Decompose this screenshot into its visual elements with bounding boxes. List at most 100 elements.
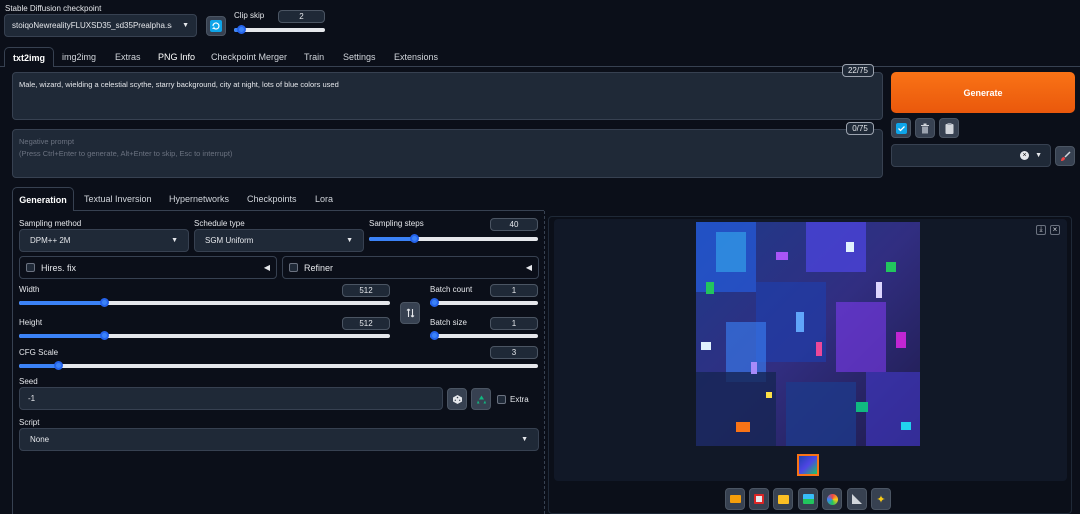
save-button[interactable] [749,488,769,510]
chevron-down-icon: ▼ [1035,152,1042,159]
seed-value: -1 [28,394,36,403]
tab-settings[interactable]: Settings [335,47,384,67]
width-label: Width [19,285,40,294]
batch-count-slider[interactable] [430,298,538,307]
hires-fix-checkbox[interactable] [26,263,35,272]
negative-prompt-textarea[interactable]: Negative prompt (Press Ctrl+Enter to gen… [12,129,883,178]
reuse-seed-button[interactable] [471,388,491,410]
cfg-scale-slider[interactable] [19,361,538,370]
generated-image[interactable] [696,222,920,446]
send-to-extras-button[interactable] [847,488,867,510]
collapse-triangle-icon: ◀ [263,263,270,272]
random-seed-button[interactable] [447,388,467,410]
send-to-inpaint-button[interactable] [822,488,842,510]
refresh-checkpoint-button[interactable] [206,16,226,36]
swap-dimensions-button[interactable] [400,302,420,324]
image-thumbnail[interactable] [797,454,819,476]
clear-icon[interactable]: × [1020,151,1030,160]
open-folder-button[interactable] [725,488,745,510]
chevron-down-icon: ▼ [171,237,178,244]
clear-prompt-button[interactable] [915,118,935,138]
width-input[interactable]: 512 [342,284,390,297]
download-icon[interactable]: ⤓ [1036,225,1046,235]
sampling-method-value: DPM++ 2M [30,236,71,245]
styles-button[interactable] [939,118,959,138]
refiner-label: Refiner [304,262,334,273]
sampling-steps-input[interactable]: 40 [490,218,538,231]
subtab-checkpoints[interactable]: Checkpoints [239,187,305,211]
schedule-type-dropdown[interactable]: SGM Uniform ▼ [194,229,364,252]
recycle-icon [476,395,486,403]
generate-button[interactable]: Generate [891,72,1075,113]
subtab-generation[interactable]: Generation [12,187,74,211]
tab-img2img[interactable]: img2img [54,47,104,67]
tab-train[interactable]: Train [296,47,332,67]
schedule-type-label: Schedule type [194,219,245,228]
subtab-hypernetworks[interactable]: Hypernetworks [161,187,237,211]
zip-button[interactable] [773,488,793,510]
checkpoint-label: Stable Diffusion checkpoint [5,4,102,13]
styles-dropdown[interactable]: × ▼ [891,144,1051,167]
hires-fix-accordion[interactable]: Hires. fix ◀ [19,256,277,279]
chevron-down-icon: ▼ [182,22,189,29]
tab-extras[interactable]: Extras [107,47,149,67]
checkpoint-value: stoiqoNewrealityFLUXSD35_sd35Prealpha.sa… [12,21,172,30]
tab-png-info[interactable]: PNG Info [150,47,203,67]
save-icon [754,494,764,504]
script-dropdown[interactable]: None ▼ [19,428,539,451]
subtab-lora[interactable]: Lora [307,187,341,211]
prompt-text: Male, wizard, wielding a celestial scyth… [19,80,339,89]
refiner-checkbox[interactable] [289,263,298,272]
generation-subtabs: Generation Textual Inversion Hypernetwor… [12,187,544,211]
sparkles-icon: ✦ [876,493,886,506]
batch-size-slider[interactable] [430,331,538,340]
batch-size-input[interactable]: 1 [490,317,538,330]
height-slider[interactable] [19,331,390,340]
negative-token-counter: 0/75 [846,122,874,135]
chevron-down-icon: ▼ [521,436,528,443]
prompt-textarea[interactable]: Male, wizard, wielding a celestial scyth… [12,72,883,120]
seed-input[interactable]: -1 [19,387,443,410]
upscale-button[interactable]: ✦ [871,488,891,510]
main-tabs: txt2img img2img Extras PNG Info Checkpoi… [0,47,1080,67]
sampling-method-label: Sampling method [19,219,82,228]
cfg-scale-input[interactable]: 3 [490,346,538,359]
folder-icon [729,495,741,503]
sampling-method-dropdown[interactable]: DPM++ 2M ▼ [19,229,189,252]
clip-skip-input[interactable]: 2 [278,10,325,23]
refresh-icon [210,20,222,32]
clipboard-icon [945,122,953,134]
tab-checkpoint-merger[interactable]: Checkpoint Merger [203,47,295,67]
ruler-icon [852,494,862,504]
negative-prompt-placeholder: Negative prompt [19,137,75,146]
sampling-steps-slider[interactable] [369,234,538,243]
extra-seed-checkbox[interactable] [497,395,506,404]
prompt-token-counter: 22/75 [842,64,874,77]
refiner-accordion[interactable]: Refiner ◀ [282,256,539,279]
dice-icon [452,394,462,404]
sampling-steps-label: Sampling steps [369,219,424,228]
clip-skip-label: Clip skip [234,11,265,20]
send-to-img2img-button[interactable] [798,488,818,510]
paste-button[interactable] [891,118,911,138]
palette-icon [826,493,838,505]
height-input[interactable]: 512 [342,317,390,330]
brush-icon [1060,150,1071,161]
zip-icon [777,494,789,504]
close-icon[interactable]: × [1050,225,1060,235]
batch-count-label: Batch count [430,285,473,294]
image-icon [802,494,814,504]
cfg-scale-label: CFG Scale [19,348,59,357]
extra-seed-label: Extra [510,395,529,404]
subtab-textual-inversion[interactable]: Textual Inversion [76,187,160,211]
batch-count-input[interactable]: 1 [490,284,538,297]
tab-extensions[interactable]: Extensions [386,47,446,67]
width-slider[interactable] [19,298,390,307]
edit-styles-button[interactable] [1055,146,1075,166]
swap-icon [406,308,414,318]
clip-skip-slider[interactable] [234,25,325,34]
checkpoint-dropdown[interactable]: stoiqoNewrealityFLUXSD35_sd35Prealpha.sa… [4,14,197,37]
height-label: Height [19,318,43,327]
paste-icon [895,122,907,134]
tab-txt2img[interactable]: txt2img [4,47,55,67]
